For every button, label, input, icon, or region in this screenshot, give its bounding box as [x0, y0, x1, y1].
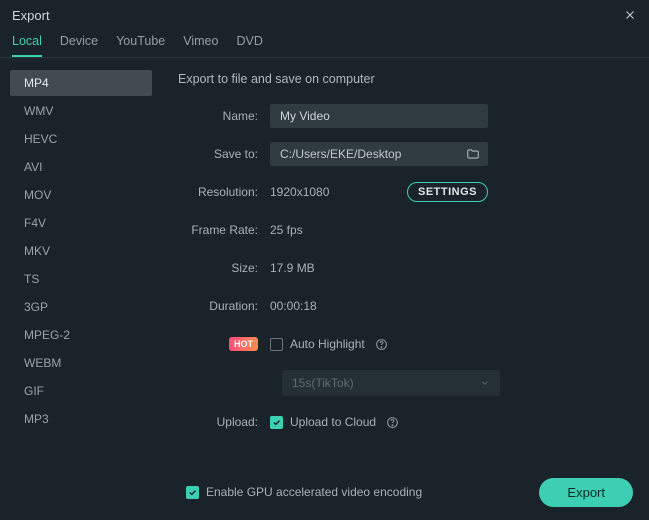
folder-icon[interactable]: [466, 147, 480, 161]
format-sidebar: MP4 WMV HEVC AVI MOV F4V MKV TS 3GP MPEG…: [0, 58, 162, 468]
framerate-value: 25 fps: [270, 223, 303, 237]
content-panel: Export to file and save on computer Name…: [162, 58, 649, 468]
label-framerate: Frame Rate:: [178, 223, 270, 237]
row-framerate: Frame Rate: 25 fps: [178, 218, 629, 242]
tab-device[interactable]: Device: [60, 34, 98, 57]
format-ts[interactable]: TS: [10, 266, 152, 292]
label-duration: Duration:: [178, 299, 270, 313]
format-webm[interactable]: WEBM: [10, 350, 152, 376]
format-wmv[interactable]: WMV: [10, 98, 152, 124]
upload-cloud-checkbox[interactable]: [270, 416, 283, 429]
tab-dvd[interactable]: DVD: [236, 34, 262, 57]
content-heading: Export to file and save on computer: [178, 72, 629, 86]
footer: Enable GPU accelerated video encoding Ex…: [0, 468, 649, 516]
close-icon[interactable]: [623, 8, 637, 22]
resolution-value: 1920x1080: [270, 185, 329, 199]
row-resolution: Resolution: 1920x1080 SETTINGS: [178, 180, 629, 204]
window-title: Export: [12, 8, 50, 23]
settings-button[interactable]: SETTINGS: [407, 182, 488, 202]
label-resolution: Resolution:: [178, 185, 270, 199]
saveto-field[interactable]: C:/Users/EKE/Desktop: [270, 142, 488, 166]
help-icon[interactable]: [375, 338, 388, 351]
main: MP4 WMV HEVC AVI MOV F4V MKV TS 3GP MPEG…: [0, 58, 649, 468]
tabs: Local Device YouTube Vimeo DVD: [0, 30, 649, 58]
format-mp3[interactable]: MP3: [10, 406, 152, 432]
label-saveto: Save to:: [178, 147, 270, 161]
row-size: Size: 17.9 MB: [178, 256, 629, 280]
chevron-down-icon: [480, 378, 490, 388]
hot-badge: HOT: [229, 337, 258, 351]
upload-cloud-label: Upload to Cloud: [290, 415, 376, 429]
auto-highlight-label: Auto Highlight: [290, 337, 365, 351]
row-name: Name:: [178, 104, 629, 128]
auto-highlight-checkbox[interactable]: [270, 338, 283, 351]
format-mpeg2[interactable]: MPEG-2: [10, 322, 152, 348]
format-mkv[interactable]: MKV: [10, 238, 152, 264]
label-upload: Upload:: [178, 415, 270, 429]
format-f4v[interactable]: F4V: [10, 210, 152, 236]
format-hevc[interactable]: HEVC: [10, 126, 152, 152]
gpu-label: Enable GPU accelerated video encoding: [206, 485, 422, 499]
row-saveto: Save to: C:/Users/EKE/Desktop: [178, 142, 629, 166]
size-value: 17.9 MB: [270, 261, 315, 275]
help-icon[interactable]: [386, 416, 399, 429]
format-avi[interactable]: AVI: [10, 154, 152, 180]
tab-youtube[interactable]: YouTube: [116, 34, 165, 57]
tab-local[interactable]: Local: [12, 34, 42, 57]
export-button[interactable]: Export: [539, 478, 633, 507]
format-3gp[interactable]: 3GP: [10, 294, 152, 320]
gpu-checkbox[interactable]: [186, 486, 199, 499]
label-name: Name:: [178, 109, 270, 123]
preset-value: 15s(TikTok): [292, 376, 354, 390]
row-duration: Duration: 00:00:18: [178, 294, 629, 318]
duration-value: 00:00:18: [270, 299, 317, 313]
row-autohighlight: HOT Auto Highlight: [178, 332, 629, 356]
label-size: Size:: [178, 261, 270, 275]
format-mp4[interactable]: MP4: [10, 70, 152, 96]
saveto-path: C:/Users/EKE/Desktop: [280, 147, 466, 161]
tab-vimeo[interactable]: Vimeo: [183, 34, 218, 57]
format-mov[interactable]: MOV: [10, 182, 152, 208]
preset-select[interactable]: 15s(TikTok): [282, 370, 500, 396]
row-upload: Upload: Upload to Cloud: [178, 410, 629, 434]
format-gif[interactable]: GIF: [10, 378, 152, 404]
name-input[interactable]: [270, 104, 488, 128]
titlebar: Export: [0, 0, 649, 30]
